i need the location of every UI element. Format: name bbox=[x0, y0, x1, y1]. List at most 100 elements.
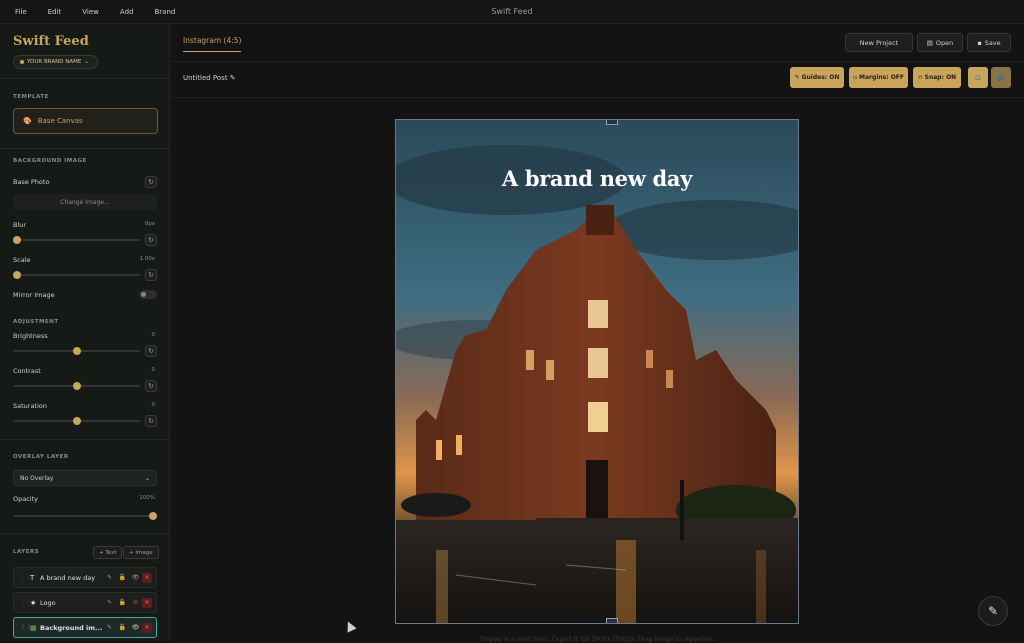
blur-value: 0px bbox=[144, 221, 155, 227]
hidden-icon[interactable]: ⊘ bbox=[129, 599, 142, 606]
blur-slider-thumb[interactable] bbox=[13, 236, 21, 244]
edit-icon[interactable]: ✎ bbox=[103, 574, 116, 581]
edit-fab-button[interactable]: ✎ bbox=[978, 596, 1008, 626]
folder-icon: ▤ bbox=[926, 38, 933, 47]
layer-item-selected[interactable]: ⋮⋮ ▦ Background im... ✎ 🔓 👁 ✕ bbox=[13, 617, 157, 638]
margins-label: Margins: OFF bbox=[859, 74, 905, 81]
template-selector[interactable]: 🎨 Base Canvas bbox=[13, 108, 158, 134]
divider bbox=[0, 439, 169, 440]
overlay-select[interactable]: No Overlay ⌄ bbox=[13, 470, 157, 486]
base-photo-label: Base Photo bbox=[13, 178, 50, 186]
grid-icon: ▦ bbox=[997, 73, 1005, 82]
saturation-label: Saturation bbox=[13, 402, 47, 410]
guides-label: Guides: ON bbox=[801, 74, 840, 81]
scale-value: 1.00x bbox=[139, 256, 155, 262]
opacity-slider-thumb[interactable] bbox=[149, 512, 157, 520]
snap-toggle-button[interactable]: ∩ Snap: ON bbox=[913, 67, 961, 88]
contrast-slider[interactable] bbox=[13, 382, 140, 390]
delete-icon[interactable]: ✕ bbox=[142, 622, 152, 633]
canvas-headline-text[interactable]: A brand new day bbox=[396, 166, 798, 191]
opacity-slider[interactable] bbox=[13, 512, 157, 520]
add-image-layer-button[interactable]: + Image bbox=[123, 546, 159, 559]
contrast-slider-thumb[interactable] bbox=[72, 382, 81, 390]
pencil-icon: ✎ bbox=[987, 604, 999, 618]
document-name[interactable]: Untitled Post ✎ bbox=[183, 74, 236, 82]
mirror-toggle[interactable] bbox=[139, 290, 157, 299]
brightness-slider[interactable] bbox=[13, 347, 140, 355]
blur-slider[interactable] bbox=[13, 236, 140, 244]
delete-icon[interactable]: ✕ bbox=[142, 572, 152, 583]
divider bbox=[0, 148, 169, 149]
brand-selector[interactable]: YOUR BRAND NAME ⌄ bbox=[13, 55, 98, 69]
chevron-down-icon: ⌄ bbox=[144, 474, 150, 482]
scale-slider[interactable] bbox=[13, 271, 140, 279]
reset-scale-button[interactable]: ↻ bbox=[145, 269, 157, 281]
resize-handle-top[interactable] bbox=[606, 120, 618, 125]
save-label: Save bbox=[984, 38, 1001, 47]
brightness-value: 0 bbox=[151, 332, 156, 338]
new-project-button[interactable]: New Project bbox=[845, 33, 913, 52]
add-text-layer-button[interactable]: + Text bbox=[93, 546, 123, 559]
layer-item[interactable]: ⋮⋮ T A brand new day ✎ 🔓 👁 ✕ bbox=[13, 567, 157, 588]
edit-icon[interactable]: ✎ bbox=[103, 599, 116, 606]
adjustment-heading: ADJUSTMENT bbox=[13, 319, 59, 325]
scale-slider-thumb[interactable] bbox=[13, 271, 21, 279]
new-project-label: New Project bbox=[859, 38, 899, 47]
reset-contrast-button[interactable]: ↻ bbox=[145, 380, 157, 392]
margins-toggle-button[interactable]: ▫ Margins: OFF bbox=[849, 67, 908, 88]
background-heading: BACKGROUND IMAGE bbox=[13, 158, 87, 164]
opacity-label: Opacity bbox=[13, 495, 39, 503]
brightness-slider-thumb[interactable] bbox=[72, 347, 81, 355]
drag-handle-icon[interactable]: ⋮⋮ bbox=[20, 599, 32, 606]
reset-brightness-button[interactable]: ↻ bbox=[145, 345, 157, 357]
layer-name: A brand new day bbox=[40, 573, 96, 582]
reset-icon: ↻ bbox=[148, 236, 154, 244]
divider bbox=[0, 78, 169, 79]
saturation-slider-thumb[interactable] bbox=[72, 417, 81, 425]
divider bbox=[0, 533, 169, 534]
drag-handle-icon[interactable]: ⋮⋮ bbox=[20, 574, 32, 581]
drag-handle-icon[interactable]: ⋮⋮ bbox=[20, 624, 32, 631]
brand-dot-icon bbox=[20, 60, 24, 64]
image-layer-icon: ▦ bbox=[30, 623, 37, 632]
saturation-slider[interactable] bbox=[13, 417, 140, 425]
reset-base-photo-button[interactable]: ↻ bbox=[145, 176, 157, 188]
open-button[interactable]: ▤ Open bbox=[917, 33, 963, 52]
delete-icon[interactable]: ✕ bbox=[142, 597, 152, 608]
floppy-icon: ▪ bbox=[977, 38, 982, 47]
margins-icon: ▫ bbox=[852, 74, 858, 81]
guides-toggle-button[interactable]: ✎ Guides: ON bbox=[790, 67, 844, 88]
edit-icon[interactable]: ✎ bbox=[103, 624, 116, 631]
overlay-selected: No Overlay bbox=[20, 474, 54, 482]
ruler-icon: ✎ bbox=[794, 74, 800, 81]
chevron-down-icon: ⌄ bbox=[84, 59, 89, 65]
reset-blur-button[interactable]: ↻ bbox=[145, 234, 157, 246]
tab-instagram[interactable]: Instagram (4:5) bbox=[183, 36, 242, 52]
text-layer-icon: T bbox=[30, 573, 35, 582]
template-heading: TEMPLATE bbox=[13, 94, 49, 100]
window-title: Swift Feed bbox=[491, 7, 533, 16]
layer-item[interactable]: ⋮⋮ ★ Logo ✎ 🔓 ⊘ ✕ bbox=[13, 592, 157, 613]
top-toolbar: Instagram (4:5) New Project ▤ Open ▪ Sav… bbox=[171, 24, 1024, 62]
lock-icon[interactable]: 🔓 bbox=[116, 574, 129, 581]
layers-heading: LAYERS bbox=[13, 549, 40, 555]
background-photo[interactable] bbox=[396, 120, 799, 624]
reset-icon: ↻ bbox=[148, 347, 154, 355]
lock-icon[interactable]: 🔓 bbox=[116, 599, 129, 606]
design-canvas[interactable]: A brand new day bbox=[395, 119, 799, 624]
reset-saturation-button[interactable]: ↻ bbox=[145, 415, 157, 427]
change-image-button[interactable]: Change Image... bbox=[13, 194, 157, 210]
toggle-knob bbox=[141, 292, 146, 297]
lock-icon[interactable]: 🔓 bbox=[116, 624, 129, 631]
visibility-icon[interactable]: 👁 bbox=[129, 624, 142, 631]
template-value: Base Canvas bbox=[37, 117, 83, 125]
canvas-footnote: Display is scaled down. Export is full 2… bbox=[480, 636, 715, 643]
reset-icon: ↻ bbox=[148, 382, 154, 390]
visibility-icon[interactable]: 👁 bbox=[129, 574, 142, 581]
logo-layer-icon: ★ bbox=[30, 598, 37, 607]
brightness-label: Brightness bbox=[13, 332, 48, 340]
resize-handle-bottom[interactable] bbox=[606, 618, 618, 623]
zoom-fit-button[interactable]: ⊡ bbox=[968, 67, 988, 88]
save-button[interactable]: ▪ Save bbox=[967, 33, 1011, 52]
grid-view-button[interactable]: ▦ bbox=[991, 67, 1011, 88]
